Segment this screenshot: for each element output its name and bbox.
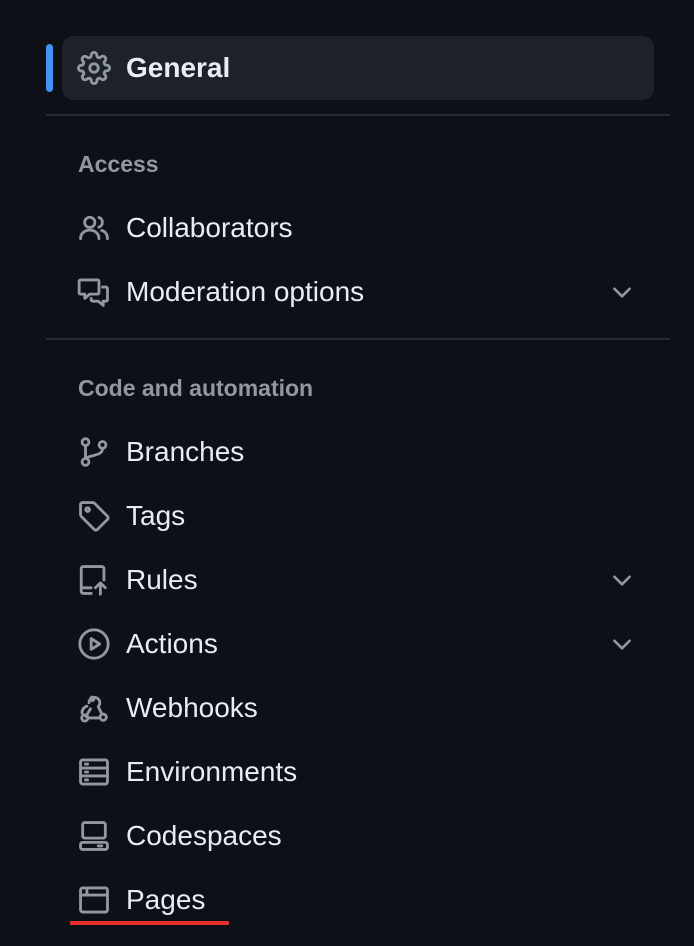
sidebar-item-label: Webhooks — [126, 692, 258, 723]
people-icon — [76, 210, 112, 246]
settings-sidebar: General Access Collaborators Moderation … — [0, 0, 694, 946]
sidebar-item-label: Codespaces — [126, 820, 282, 851]
sidebar-item-label: Rules — [126, 564, 198, 595]
git-branch-icon — [76, 434, 112, 470]
play-icon — [76, 626, 112, 662]
sidebar-item-label: Branches — [126, 436, 245, 467]
chevron-down-icon[interactable] — [608, 630, 636, 658]
server-icon — [76, 754, 112, 790]
divider — [46, 114, 670, 116]
sidebar-item-branches[interactable]: Branches — [62, 420, 654, 484]
sidebar-item-label: Moderation options — [126, 276, 365, 307]
highlight-underline — [70, 921, 229, 925]
tag-icon — [76, 498, 112, 534]
repo-push-icon — [76, 562, 112, 598]
sidebar-item-label: Environments — [126, 756, 298, 787]
codespaces-icon — [76, 818, 112, 854]
divider — [46, 338, 670, 340]
sidebar-item-label: Collaborators — [126, 212, 293, 243]
comment-discussion-icon — [76, 274, 112, 310]
sidebar-item-label: General — [126, 52, 231, 83]
sidebar-item-actions[interactable]: Actions — [62, 612, 654, 676]
sidebar-item-codespaces[interactable]: Codespaces — [62, 804, 654, 868]
sidebar-item-rules[interactable]: Rules — [62, 548, 654, 612]
sidebar-item-label: Tags — [126, 500, 186, 531]
section-heading-access: Access — [78, 151, 159, 177]
sidebar-item-collaborators[interactable]: Collaborators — [62, 196, 654, 260]
sidebar-item-label: Actions — [126, 628, 218, 659]
sidebar-item-label: Pages — [126, 884, 206, 915]
webhook-icon — [76, 690, 112, 726]
sidebar-item-webhooks[interactable]: Webhooks — [62, 676, 654, 740]
section-heading-code-and-automation: Code and automation — [78, 375, 314, 401]
browser-icon — [76, 882, 112, 918]
sidebar-item-tags[interactable]: Tags — [62, 484, 654, 548]
chevron-down-icon[interactable] — [608, 278, 636, 306]
chevron-down-icon[interactable] — [608, 566, 636, 594]
sidebar-item-general[interactable]: General — [62, 36, 654, 100]
gear-icon — [76, 50, 112, 86]
active-indicator — [46, 44, 53, 92]
sidebar-item-moderation-options[interactable]: Moderation options — [62, 260, 654, 324]
sidebar-item-environments[interactable]: Environments — [62, 740, 654, 804]
